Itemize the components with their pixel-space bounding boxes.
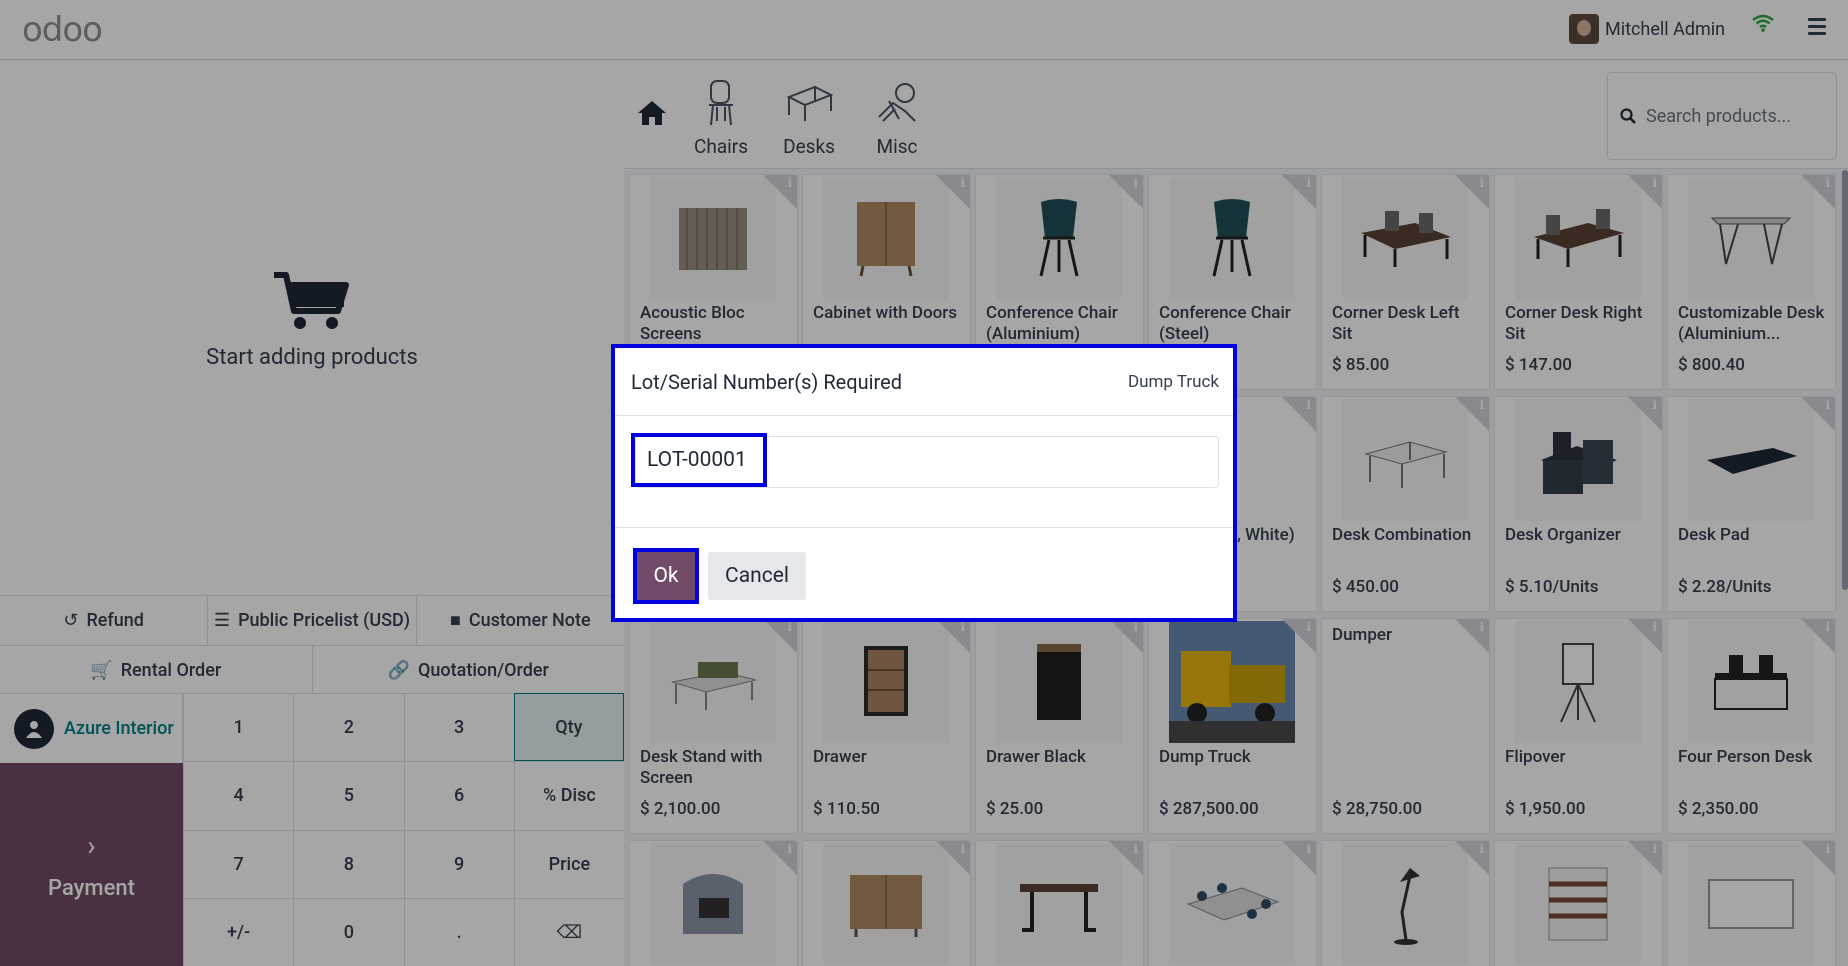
lot-serial-dialog: Lot/Serial Number(s) Required Dump Truck… bbox=[611, 344, 1237, 622]
dialog-header: Lot/Serial Number(s) Required Dump Truck bbox=[615, 348, 1233, 416]
dialog-body: LOT-00001 bbox=[615, 416, 1233, 528]
dialog-title: Lot/Serial Number(s) Required bbox=[631, 369, 902, 394]
cancel-button[interactable]: Cancel bbox=[708, 552, 806, 600]
dialog-footer: Ok Cancel bbox=[615, 528, 1233, 618]
ok-button[interactable]: Ok bbox=[633, 548, 699, 604]
lot-number-value[interactable]: LOT-00001 bbox=[631, 433, 767, 487]
dialog-product-name: Dump Truck bbox=[1127, 371, 1219, 392]
